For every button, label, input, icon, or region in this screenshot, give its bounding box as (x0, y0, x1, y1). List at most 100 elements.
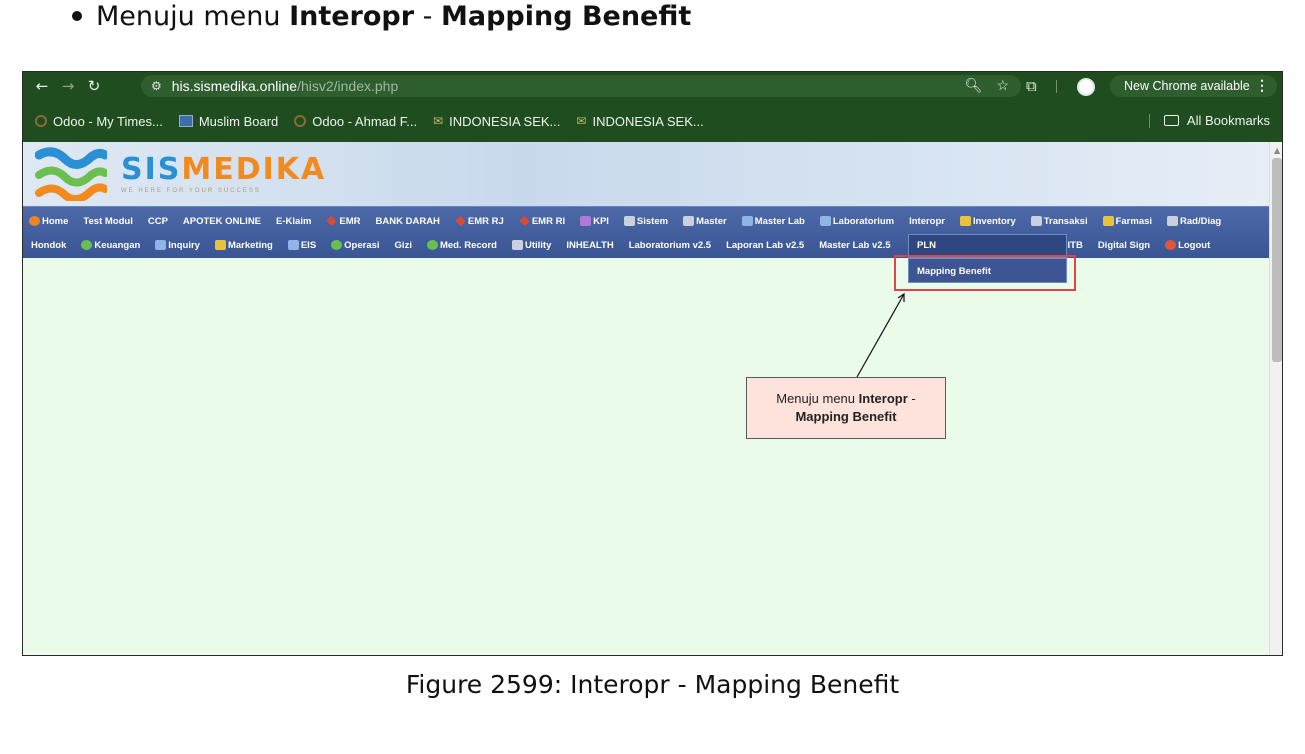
menu-item-e-klaim[interactable]: E-Klaim (276, 216, 311, 227)
menu-item-label: EMR RJ (467, 215, 504, 227)
menu-item-ccp[interactable]: CCP (148, 216, 168, 227)
menu-item-master[interactable]: Master (683, 216, 727, 227)
menu-item-master-lab-v2-5[interactable]: Master Lab v2.5 (819, 240, 890, 251)
menu-diamond-icon (326, 215, 338, 227)
menu-item-label: Gizi (394, 239, 412, 251)
menu-item-test-modul[interactable]: Test Modul (83, 216, 132, 227)
menu-item-farmasi[interactable]: Farmasi (1102, 216, 1152, 227)
menu-yellow-icon (214, 240, 226, 250)
sismedika-logo-icon (35, 147, 107, 201)
menu-item-eis[interactable]: EIS (287, 240, 316, 251)
menu-item-label: Sistem (636, 215, 669, 227)
bookmark-label: Muslim Board (198, 113, 279, 129)
menu-item-label: Master Lab (754, 215, 805, 227)
menu-gray-icon (683, 216, 695, 226)
menu-blue-icon (819, 216, 831, 226)
menu-item-emr[interactable]: EMR (326, 215, 361, 227)
menu-red-icon (1165, 240, 1177, 250)
menu-item-laboratorium-v2-5[interactable]: Laboratorium v2.5 (629, 240, 711, 251)
menu-item-rad-diag[interactable]: Rad/Diag (1167, 216, 1221, 227)
odoo-ring-icon (35, 115, 47, 127)
menu-item-label: Inquiry (168, 239, 200, 251)
bookmark-item[interactable]: ✉ INDONESIA SEK... (576, 114, 703, 129)
folder-icon (1163, 115, 1179, 126)
callout-bold-mapping: Mapping Benefit (795, 409, 897, 424)
menu-item-keuangan[interactable]: Keuangan (81, 240, 140, 251)
url-bar[interactable]: ⚙ his.sismedika.online/hisv2/index.php 🔍… (141, 75, 1021, 97)
all-bookmarks-button[interactable]: All Bookmarks (1148, 113, 1270, 128)
all-bookmarks-label: All Bookmarks (1186, 113, 1270, 128)
menu-item-operasi[interactable]: Operasi (331, 240, 380, 251)
menu-item-label: APOTEK ONLINE (182, 215, 262, 227)
menu-item-label: Logout (1178, 239, 1211, 251)
menu-item-apotek-online[interactable]: APOTEK ONLINE (183, 216, 261, 227)
menu-item-inventory[interactable]: Inventory (959, 215, 1016, 227)
scrollbar-thumb[interactable] (1272, 158, 1282, 362)
scroll-up-icon[interactable]: ▲ (1274, 146, 1280, 155)
menu-item-label: EMR RI (531, 215, 566, 227)
menu-item-gizi[interactable]: Gizi (395, 240, 412, 251)
menu-item-med-record[interactable]: Med. Record (426, 240, 497, 251)
profile-avatar-icon[interactable] (1077, 78, 1095, 96)
menu-item-label: EMR (339, 215, 361, 227)
menu-item-inquiry[interactable]: Inquiry (155, 240, 200, 251)
menu-item-home[interactable]: Home (29, 216, 68, 227)
site-settings-icon[interactable]: ⚙ (151, 79, 162, 93)
menu-item-bank-darah[interactable]: BANK DARAH (376, 216, 440, 227)
logo-medika: MEDIKA (181, 152, 327, 187)
menu-item-label: Rad/Diag (1180, 215, 1222, 227)
menu-item-laporan-lab-v2-5[interactable]: Laporan Lab v2.5 (726, 240, 804, 251)
bullet-bold-interopr: Interopr (289, 0, 415, 32)
menu-item-sistem[interactable]: Sistem (623, 215, 669, 227)
page-scrollbar[interactable]: ▲ (1269, 142, 1282, 655)
menu-item-label: Inventory (972, 215, 1016, 227)
menu-green-icon (331, 240, 343, 250)
callout-prefix: Menuju menu (776, 391, 856, 407)
menu-item-emr-rj[interactable]: EMR RJ (455, 216, 504, 227)
menu-item-inhealth[interactable]: INHEALTH (566, 240, 613, 251)
menu-gray-icon (511, 240, 523, 250)
menu-blue-icon (155, 240, 167, 250)
bookmark-star-icon[interactable]: ☆ (996, 77, 1009, 94)
menu-item-utility[interactable]: Utility (511, 240, 551, 251)
bookmark-item[interactable]: ✉ INDONESIA SEK... (433, 114, 560, 129)
menu-item-digital-sign[interactable]: Digital Sign (1098, 240, 1150, 251)
dropdown-parent-label: PLN (917, 240, 936, 251)
menu-item-itb[interactable]: ITB (1068, 240, 1083, 251)
bookmarks-separator (1148, 113, 1150, 128)
menu-item-kpi[interactable]: KPI (580, 216, 609, 227)
new-chrome-available-button[interactable]: New Chrome available ⋮ (1110, 75, 1277, 97)
kebab-menu-icon[interactable]: ⋮ (1255, 77, 1269, 94)
url-host: his.sismedika.online (171, 78, 298, 94)
odoo-ring-icon (294, 115, 307, 127)
menu-item-label: Master (696, 215, 727, 227)
bookmark-item[interactable]: Muslim Board (178, 113, 279, 129)
menu-item-hondok[interactable]: Hondok (31, 240, 66, 251)
menu-blue-icon (287, 240, 299, 250)
menu-item-logout[interactable]: Logout (1165, 240, 1210, 251)
document-page: Menuju menu Interopr - Mapping Benefit ←… (0, 0, 1305, 754)
menu-item-master-lab[interactable]: Master Lab (741, 215, 805, 227)
bookmark-item[interactable]: Odoo - My Times... (35, 114, 163, 129)
zoom-search-icon[interactable]: 🔍︎ (965, 77, 983, 94)
reload-icon[interactable]: ↻ (81, 77, 107, 95)
menu-item-marketing[interactable]: Marketing (214, 240, 273, 251)
bookmark-label: Odoo - Ahmad F... (312, 113, 418, 129)
menu-gray-icon (623, 216, 635, 226)
bookmark-label: Odoo - My Times... (53, 113, 163, 129)
forward-arrow-icon[interactable]: → (55, 77, 81, 95)
menu-green-icon (81, 240, 93, 250)
menu-item-transaksi[interactable]: Transaksi (1030, 216, 1088, 227)
menu-item-laboratorium[interactable]: Laboratorium (819, 216, 894, 227)
menu-item-emr-ri[interactable]: EMR RI (519, 216, 565, 227)
image-icon (178, 115, 193, 127)
menu-yellow-icon (959, 216, 971, 226)
bookmark-item[interactable]: Odoo - Ahmad F... (294, 114, 417, 129)
extensions-puzzle-icon[interactable]: ⧉ (1026, 77, 1037, 95)
annotation-arrow-head (897, 292, 905, 302)
menu-item-interopr[interactable]: Interopr (909, 216, 945, 227)
toolbar-separator (1056, 80, 1057, 93)
bookmark-label: INDONESIA SEK... (449, 113, 561, 129)
menu-blue-icon (741, 216, 753, 226)
back-arrow-icon[interactable]: ← (29, 77, 55, 95)
